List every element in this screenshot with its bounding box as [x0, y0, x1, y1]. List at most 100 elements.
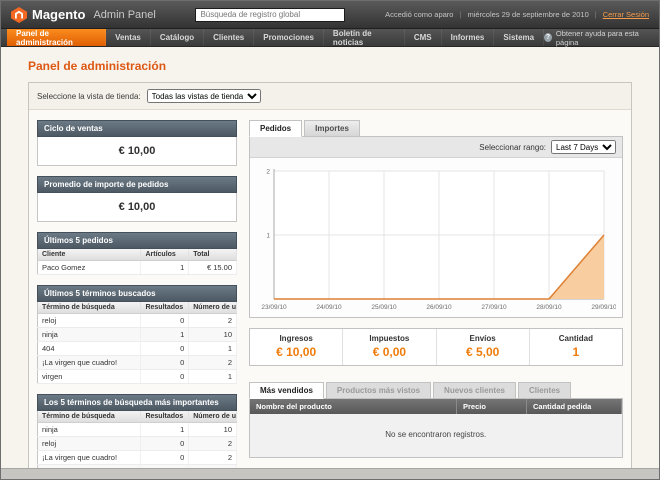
page-title: Panel de administración: [28, 59, 632, 73]
orders-chart-panel: Seleccionar rango: Last 7 Days 23/09/102…: [249, 136, 623, 318]
tab-pedidos[interactable]: Pedidos: [249, 120, 302, 137]
store-view-select[interactable]: Todas las vistas de tienda: [147, 89, 261, 103]
column-header: Número de usos: [189, 302, 237, 314]
nav-item-catalogo[interactable]: Catálogo: [151, 29, 204, 46]
svg-text:1: 1: [266, 233, 270, 240]
svg-text:26/09/10: 26/09/10: [426, 304, 452, 311]
panel-title: Ciclo de ventas: [37, 120, 237, 137]
last-search-terms-panel: Últimos 5 términos buscados Término de b…: [37, 285, 237, 384]
panel-title: Últimos 5 pedidos: [37, 232, 237, 249]
column-header: Término de búsqueda: [38, 302, 141, 314]
brand-subtitle: Admin Panel: [93, 9, 155, 21]
stat-value: € 5,00: [437, 345, 529, 359]
dashboard-container: Seleccione la vista de tienda: Todas las…: [28, 82, 632, 468]
table-row[interactable]: Paco Gomez1€ 15.00: [38, 261, 237, 275]
main-nav: Panel de administración Ventas Catálogo …: [1, 29, 659, 47]
store-view-label: Seleccione la vista de tienda:: [37, 92, 141, 101]
chart-tabs: Pedidos Importes: [249, 120, 623, 136]
stat-value: € 10,00: [250, 345, 342, 359]
svg-text:23/09/10: 23/09/10: [261, 304, 287, 311]
empty-row: No se encontraron registros.: [250, 414, 622, 457]
global-search: [166, 8, 375, 22]
column-header: Resultados: [141, 302, 189, 314]
brand-name: Magento: [32, 7, 85, 22]
separator: |: [459, 10, 461, 19]
table-row[interactable]: reloj02: [38, 314, 237, 328]
range-select[interactable]: Last 7 Days: [551, 140, 616, 154]
product-tabs: Más vendidos Productos más vistos Nuevos…: [249, 382, 623, 398]
brand: Magento Admin Panel: [11, 7, 156, 23]
nav-item-promociones[interactable]: Promociones: [254, 29, 324, 46]
orders-chart: 23/09/10 24/09/10 25/09/10 26/09/10 27/09/10…: [250, 158, 622, 317]
tab-nuevos-clientes[interactable]: Nuevos clientes: [433, 382, 516, 399]
table-row[interactable]: ninja110: [38, 423, 237, 437]
tab-importes[interactable]: Importes: [304, 120, 360, 137]
help-label: Obtener ayuda para esta página: [556, 29, 649, 47]
range-bar: Seleccionar rango: Last 7 Days: [250, 137, 622, 158]
stat-label: Ingresos: [250, 334, 342, 343]
stat-value: 1: [530, 345, 622, 359]
top-search-terms-panel: Los 5 términos de búsqueda más important…: [37, 394, 237, 468]
svg-text:24/09/10: 24/09/10: [316, 304, 342, 311]
panel-title: Los 5 términos de búsqueda más important…: [37, 394, 237, 411]
nav-item-sistema[interactable]: Sistema: [494, 29, 544, 46]
nav-item-ventas[interactable]: Ventas: [106, 29, 151, 46]
page-help-link[interactable]: ? Obtener ayuda para esta página: [544, 29, 653, 46]
panel-title: Últimos 5 términos buscados: [37, 285, 237, 302]
nav-item-cms[interactable]: CMS: [405, 29, 442, 46]
store-view-bar: Seleccione la vista de tienda: Todas las…: [29, 83, 631, 110]
tab-clientes[interactable]: Clientes: [518, 382, 571, 399]
tab-productos-mas-vistos[interactable]: Productos más vistos: [326, 382, 431, 399]
table-row[interactable]: ninja110: [38, 328, 237, 342]
help-icon: ?: [544, 33, 552, 42]
bestsellers-table: Nombre del productoPrecioCantidad pedida…: [250, 399, 622, 457]
logout-link[interactable]: Cerrar Sesión: [603, 10, 649, 19]
stat-label: Cantidad: [530, 334, 622, 343]
table-row[interactable]: reloj02: [38, 437, 237, 451]
svg-text:27/09/10: 27/09/10: [481, 304, 507, 311]
stat-label: Impuestos: [343, 334, 435, 343]
svg-text:25/09/10: 25/09/10: [371, 304, 397, 311]
magento-logo-icon: [11, 7, 27, 23]
svg-text:29/09/10: 29/09/10: [591, 304, 616, 311]
tab-mas-vendidos[interactable]: Más vendidos: [249, 382, 324, 399]
nav-item-boletin[interactable]: Boletín de noticias: [324, 29, 405, 46]
logged-in-text: Accedió como aparo: [385, 10, 453, 19]
table-row[interactable]: ¡La virgen que cuadro!02: [38, 356, 237, 370]
magento-admin-window: Magento Admin Panel Accedió como aparo |…: [0, 0, 660, 480]
header-meta: Accedió como aparo | miércoles 29 de sep…: [385, 10, 649, 19]
range-label: Seleccionar rango:: [479, 143, 546, 152]
table-row[interactable]: ¡La virgen que cuadro!02: [38, 451, 237, 465]
lifetime-sales-value: € 10,00: [37, 137, 237, 166]
window-bottom-strip: [1, 468, 659, 479]
nav-item-informes[interactable]: Informes: [442, 29, 495, 46]
stat-cantidad: Cantidad 1: [529, 329, 622, 365]
left-column: Ciclo de ventas € 10,00 Promedio de impo…: [37, 120, 237, 468]
table-header-row: ClienteArtículosTotal: [38, 249, 237, 261]
stat-impuestos: Impuestos € 0,00: [342, 329, 435, 365]
dashboard-columns: Ciclo de ventas € 10,00 Promedio de impo…: [29, 110, 631, 468]
global-search-input[interactable]: [195, 8, 345, 22]
column-header: Total: [189, 249, 237, 261]
orders-chart-svg: 23/09/10 24/09/10 25/09/10 26/09/10 27/09/10…: [256, 163, 616, 315]
average-orders-value: € 10,00: [37, 193, 237, 222]
column-header: Precio: [457, 399, 527, 414]
table-row[interactable]: virgen01: [38, 370, 237, 384]
nav-item-dashboard[interactable]: Panel de administración: [7, 29, 106, 46]
totals-bar: Ingresos € 10,00 Impuestos € 0,00 Envíos…: [249, 328, 623, 366]
column-header: Cliente: [38, 249, 141, 261]
panel-title: Promedio de importe de pedidos: [37, 176, 237, 193]
header-date: miércoles 29 de septiembre de 2010: [467, 10, 588, 19]
right-column: Pedidos Importes Seleccionar rango: Last…: [249, 120, 623, 468]
content-area: Panel de administración Seleccione la vi…: [1, 47, 659, 468]
stat-value: € 0,00: [343, 345, 435, 359]
column-header: Término de búsqueda: [38, 411, 141, 423]
average-orders-panel: Promedio de importe de pedidos € 10,00: [37, 176, 237, 222]
last-orders-panel: Últimos 5 pedidos ClienteArtículosTotal …: [37, 232, 237, 275]
table-row[interactable]: 40401: [38, 342, 237, 356]
svg-text:28/09/10: 28/09/10: [536, 304, 562, 311]
empty-message: No se encontraron registros.: [250, 414, 622, 457]
nav-item-clientes[interactable]: Clientes: [204, 29, 254, 46]
lifetime-sales-panel: Ciclo de ventas € 10,00: [37, 120, 237, 166]
column-header: Artículos: [141, 249, 189, 261]
